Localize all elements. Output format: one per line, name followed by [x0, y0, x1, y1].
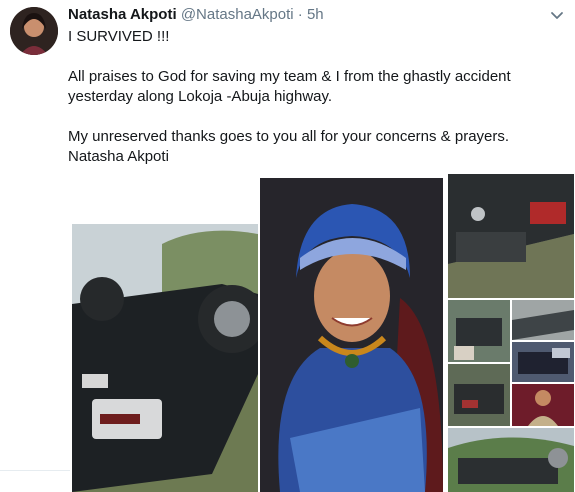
tweet-header: Natasha Akpoti @NatashaAkpoti · 5h	[68, 6, 324, 24]
media-thumb-6[interactable]	[448, 428, 574, 492]
tweet-media[interactable]	[68, 174, 575, 492]
media-thumb-4[interactable]	[448, 364, 510, 426]
media-photo-accident-car[interactable]	[72, 224, 258, 492]
tweet-line-4: Natasha Akpoti	[68, 148, 169, 165]
divider	[0, 470, 70, 471]
chevron-down-icon[interactable]	[549, 8, 565, 24]
time-separator: ·	[297, 6, 303, 23]
author-handle[interactable]: @NatashaAkpoti	[181, 6, 294, 23]
tweet-text: I SURVIVED !!! All praises to God for sa…	[68, 27, 563, 167]
media-thumb-3[interactable]	[512, 342, 574, 382]
media-thumb-2[interactable]	[512, 300, 574, 340]
tweet-line-1: I SURVIVED !!!	[68, 28, 170, 45]
media-thumb-5[interactable]	[512, 384, 574, 426]
media-photo-wreck-top[interactable]	[448, 174, 574, 298]
media-thumb-1[interactable]	[448, 300, 510, 362]
tweet-time[interactable]: 5h	[307, 6, 324, 23]
avatar[interactable]	[10, 7, 58, 55]
tweet-line-2: All praises to God for saving my team & …	[68, 68, 511, 105]
author-name[interactable]: Natasha Akpoti	[68, 6, 177, 23]
media-photo-portrait[interactable]	[260, 178, 443, 492]
tweet-line-3: My unreserved thanks goes to you all for…	[68, 128, 510, 145]
